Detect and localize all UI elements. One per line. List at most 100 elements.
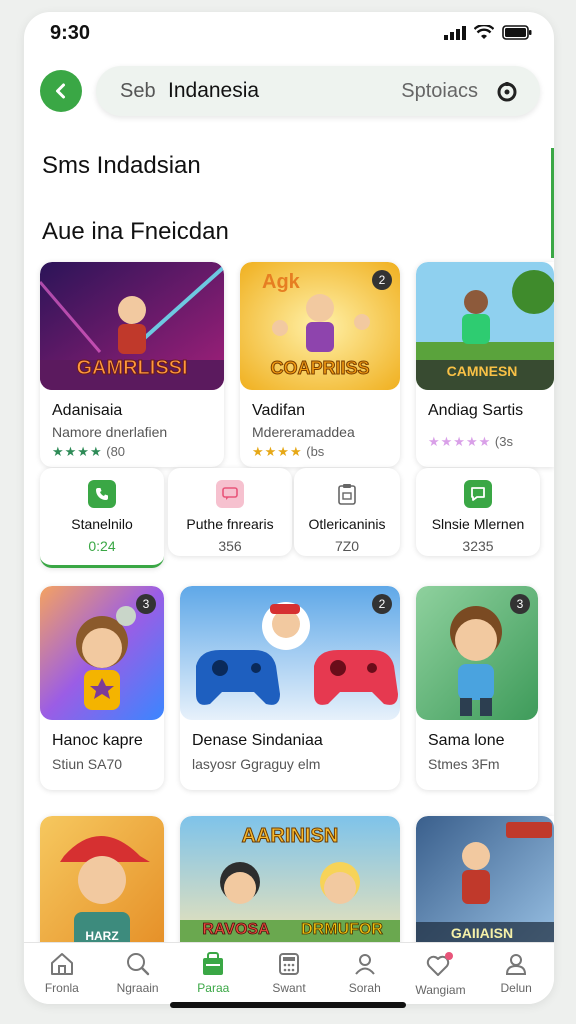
stat-value: 356 [218,538,242,554]
back-button[interactable] [40,70,82,112]
status-bar: 9:30 [24,12,554,56]
status-icons [444,25,532,40]
location-icon[interactable] [494,78,520,109]
stat-value: 3235 [462,538,494,554]
card-rating: ★★★★ (bs [252,444,324,460]
bottom-tab-bar: Fronla Ngraain Paraa Swant Sorah Wangiam… [24,942,554,1004]
status-time: 9:30 [50,22,91,44]
stat-value: 0:24 [88,538,116,554]
card-subtitle: Stiun SA70 [52,756,123,772]
game-badge: 2 [372,594,392,614]
card-title: Andiag Sartis [428,402,524,419]
heart-icon [427,952,454,976]
featured-card[interactable]: Agk COAPRIISS 2 Vadifan Mdereramaddea ★★… [240,262,400,467]
profile-icon [354,954,375,975]
rating-count: (bs [306,444,325,459]
search-prefix: Seb [120,80,156,102]
game-card[interactable]: 3 Sama lone Stmes 3Fm [416,586,538,790]
stat-card[interactable]: Puthe fnrearis 356 [168,468,292,556]
home-indicator[interactable] [170,1002,406,1008]
user-icon [506,954,527,975]
game-card[interactable]: 2 Denase Sindaniaa lasyosr Ggraguy elm [180,586,400,790]
tab-swant[interactable]: Swant [251,943,327,1004]
tab-account[interactable]: Delun [478,943,554,1004]
game-card[interactable]: HARZ [40,816,164,956]
card-title: Sama lone [428,732,505,749]
card-banner-left: RAVOSA [202,921,270,938]
tab-label: Wangiam [415,983,466,997]
tab-wishlist[interactable]: Wangiam [403,943,479,1004]
wifi-icon [474,25,494,39]
card-rating: ★★★★★ (3s [428,434,513,450]
card-title: Vadifan [252,402,306,419]
tab-store[interactable]: Paraa [175,943,251,1004]
rating-stars: ★★★★ [252,444,303,459]
game-badge: 3 [136,594,156,614]
search-value: Indanesia [168,79,260,102]
game-thumbnail: GAIIAISN [416,816,554,956]
card-subtitle: lasyosr Ggraguy elm [192,756,321,772]
search-option[interactable]: Sptoiacs [401,80,478,103]
rating-stars: ★★★★ [52,444,103,459]
app-screen: 9:30 Seb Indanesia Sptoiacs Sms Indadsia… [24,12,554,1004]
signal-icon [444,25,466,40]
chat-icon [216,480,244,508]
stat-label: Otlericaninis [308,516,386,532]
game-card[interactable]: 3 Hanoc kapre Stiun SA70 [40,586,164,790]
message-icon [464,480,492,508]
tab-home[interactable]: Fronla [24,943,100,1004]
search-icon [126,953,149,976]
stat-card[interactable]: Slnsie Mlernen 3235 [416,468,540,556]
tab-label: Ngraain [116,981,159,995]
section-subtitle: Aue ina Fneicdan [42,218,229,245]
chevron-left-icon [56,83,65,99]
stat-card[interactable]: Otlericaninis 7Z0 [294,468,400,556]
stat-label: Stanelnilo [71,516,133,532]
card-header: AARINISN [242,825,339,847]
featured-header: Agk [262,271,301,293]
stat-label: Puthe fnrearis [186,516,274,532]
tab-label: Fronla [44,981,79,995]
tab-label: Paraa [197,981,230,995]
stat-card[interactable]: Stanelnilo 0:24 [40,468,164,568]
phone-icon [88,480,116,508]
featured-card[interactable]: GAMRLISSI Adanisaia Namore dnerlafien ★★… [40,262,224,467]
card-subtitle: Stmes 3Fm [428,756,500,772]
featured-banner: CAMNESN [447,363,518,379]
tab-search[interactable]: Ngraain [100,943,176,1004]
tab-label: Swant [272,981,306,995]
card-subtitle: Mdereramaddea [252,424,355,440]
game-badge: 3 [510,594,530,614]
game-thumbnail: AARINISN RAVOSA DRMUFOR [180,816,400,956]
search-row: Seb Indanesia Sptoiacs [24,66,554,122]
featured-banner: COAPRIISS [270,358,369,378]
home-icon [50,953,73,975]
featured-thumbnail: CAMNESN [416,262,554,390]
rating-stars: ★★★★★ [428,434,492,449]
featured-card[interactable]: CAMNESN Andiag Sartis ★★★★★ (3s [416,262,554,467]
clipboard-icon [333,480,361,508]
tab-label: Sorah [348,981,381,995]
game-thumbnail: HARZ [40,816,164,956]
section-title: Sms Indadsian [42,152,201,179]
tab-sorah[interactable]: Sorah [327,943,403,1004]
search-input[interactable]: Seb Indanesia Sptoiacs [96,66,540,116]
calculator-icon [279,953,300,975]
card-title: Denase Sindaniaa [192,732,323,749]
battery-icon [502,25,532,40]
game-card[interactable]: AARINISN RAVOSA DRMUFOR [180,816,400,956]
stat-label: Slnsie Mlernen [431,516,525,532]
bag-icon [203,952,224,975]
rating-count: (80 [106,444,126,459]
featured-thumbnail: GAMRLISSI [40,262,224,390]
game-thumbnail [180,586,400,720]
card-rating: ★★★★ (80 [52,444,125,460]
card-banner: HARZ [85,929,118,943]
stat-value: 7Z0 [334,538,360,554]
featured-banner: GAMRLISSI [76,357,187,379]
scroll-indicator [551,148,554,258]
game-card[interactable]: GAIIAISN [416,816,554,956]
tab-label: Delun [500,981,532,995]
featured-badge: 2 [372,270,392,290]
card-title: Hanoc kapre [52,732,143,749]
